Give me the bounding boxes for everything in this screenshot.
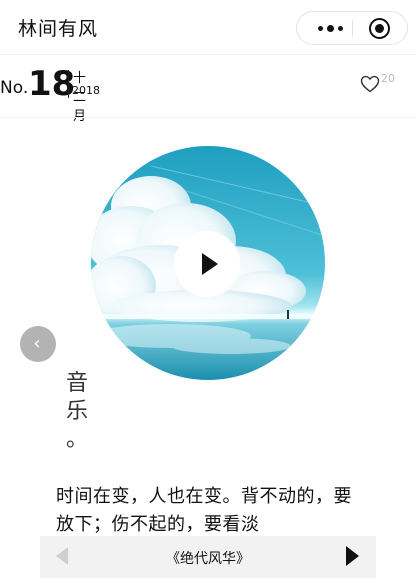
content-divider: [0, 117, 416, 118]
like-button[interactable]: 20: [360, 72, 400, 96]
issue-divider: [68, 70, 69, 98]
app-title: 林间有风: [18, 18, 99, 40]
song-title: 《绝代风华》: [166, 551, 250, 567]
play-icon: [201, 253, 218, 275]
play-button[interactable]: [174, 231, 240, 297]
header-divider: [0, 54, 416, 55]
category-char: 乐: [65, 399, 88, 424]
issue-year: 2018: [72, 84, 100, 97]
mini-program-capsule: [296, 11, 408, 45]
issue-no-label: No.: [0, 78, 29, 98]
target-circle-icon[interactable]: [369, 18, 390, 39]
more-dots-icon[interactable]: [309, 15, 351, 41]
category-char: 。: [65, 427, 88, 452]
music-player-bar: 《绝代风华》: [40, 536, 376, 578]
chevron-left-icon: ‹: [33, 333, 41, 354]
next-triangle-icon: [346, 546, 359, 566]
previous-article-button[interactable]: ‹: [20, 326, 56, 362]
heart-icon: [360, 75, 380, 93]
top-bar: 林间有风: [0, 0, 416, 54]
capsule-divider: [352, 20, 353, 37]
category-char: 音: [65, 371, 88, 396]
category-label: 音 乐 。: [62, 370, 92, 454]
quote-text: 时间在变，人也在变。背不动的，要放下；伤不起的，要看淡: [56, 486, 352, 535]
like-count: 20: [381, 72, 395, 85]
next-button[interactable]: [346, 546, 362, 566]
